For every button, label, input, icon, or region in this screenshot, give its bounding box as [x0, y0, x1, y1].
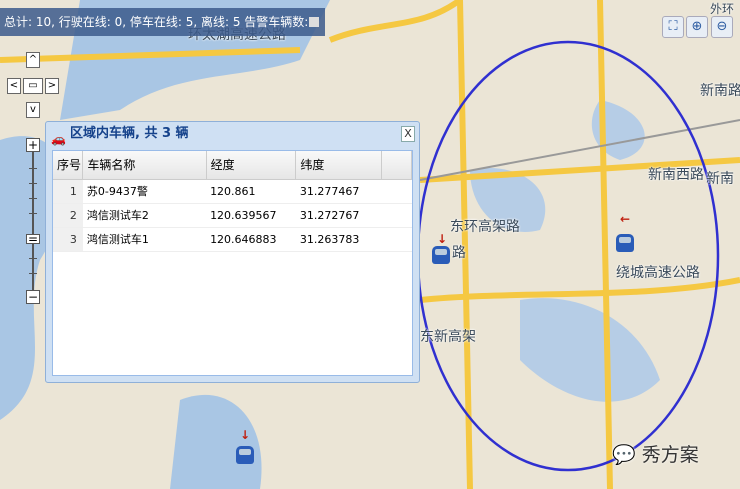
pan-down-button[interactable]: v [26, 102, 40, 118]
map-label: 绕城高速公路 [616, 265, 700, 281]
map-label: 路 [452, 245, 466, 261]
slider-handle[interactable]: = [26, 233, 40, 245]
pan-left-button[interactable]: < [7, 78, 21, 94]
col-header[interactable]: 车辆名称 [82, 151, 207, 180]
map-label: 东环高架路 [450, 219, 520, 235]
alarm-arrow-icon: ↓ [240, 428, 251, 442]
pan-right-button[interactable]: > [45, 78, 59, 94]
pan-center-button[interactable]: ▭ [23, 78, 43, 94]
zoom-slider[interactable]: + = − [26, 138, 40, 308]
region-vehicles-dialog: 🚗 区域内车辆, 共 3 辆 X 序号 车辆名称 经度 纬度 1 苏0-9437警 12… [45, 121, 420, 383]
pan-up-button[interactable]: ^ [26, 52, 40, 68]
vehicle-status-bar: 总计: 10, 行驶在线: 0, 停车在线: 5, 离线: 5 告警车辆数: 5 [0, 8, 325, 36]
direction-arrow-icon: ← [620, 212, 631, 226]
vehicle-marker-icon[interactable] [432, 246, 450, 264]
vehicle-table: 序号 车辆名称 经度 纬度 1 苏0-9437警 120.861 31.277467 … [53, 151, 412, 252]
table-row[interactable]: 1 苏0-9437警 120.861 31.277467 [53, 179, 412, 204]
status-text: 总计: 10, 行驶在线: 0, 停车在线: 5, 离线: 5 告警车辆数: 5 [4, 15, 320, 29]
col-header[interactable]: 经度 [206, 151, 297, 180]
table-row[interactable]: 2 鸿信测试车2 120.639567 31.272767 [53, 203, 412, 228]
watermark: 💬 秀方案 [612, 444, 699, 466]
fullscreen-button[interactable]: ⛶ [662, 16, 684, 38]
zoom-in-button[interactable]: ⊕ [686, 16, 708, 38]
vehicle-marker-icon[interactable] [616, 234, 634, 252]
map-label: 外环 [710, 2, 735, 16]
table-row[interactable]: 3 鸿信测试车1 120.646883 31.263783 [53, 227, 412, 252]
alarm-arrow-icon: ↓ [437, 232, 448, 246]
dialog-title: 区域内车辆, 共 3 辆 [70, 126, 189, 141]
slider-zoom-in-button[interactable]: + [26, 138, 40, 152]
toggle-square-icon[interactable] [309, 17, 319, 27]
map-label: 新南路 [700, 83, 740, 99]
car-icon: 🚗 [51, 132, 66, 146]
map-label: 新南西路 [648, 167, 704, 183]
col-header[interactable]: 序号 [53, 151, 84, 180]
close-button[interactable]: X [401, 126, 415, 142]
zoom-out-button[interactable]: ⊖ [711, 16, 733, 38]
slider-zoom-out-button[interactable]: − [26, 290, 40, 304]
map-label: 东新高架 [420, 329, 476, 345]
col-header[interactable]: 纬度 [295, 151, 383, 180]
map-label: 新南 [706, 171, 734, 187]
vehicle-marker-icon[interactable] [236, 446, 254, 464]
